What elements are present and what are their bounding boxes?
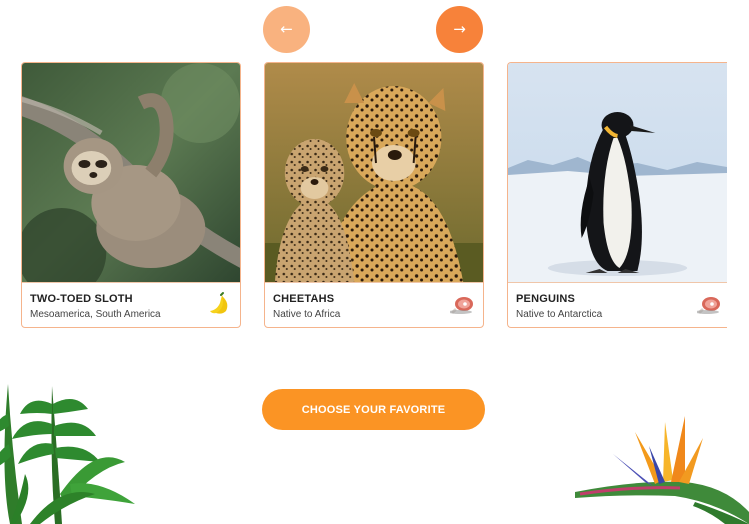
choose-favorite-button[interactable]: CHOOSE YOUR FAVORITE	[262, 389, 485, 430]
animal-origin: Native to Antarctica	[516, 309, 603, 320]
previous-button[interactable]: ←	[263, 6, 310, 53]
penguins-photo	[508, 63, 727, 282]
banana-icon	[207, 291, 233, 317]
next-button[interactable]: →	[436, 6, 483, 53]
card-info: CHEETAHS Native to Africa	[265, 282, 483, 327]
arrow-right-icon: →	[453, 20, 466, 38]
arrow-left-icon: ←	[280, 20, 293, 38]
animal-origin: Mesoamerica, South America	[30, 309, 161, 320]
card-info: TWO-TOED SLOTH Mesoamerica, South Americ…	[22, 282, 240, 327]
animal-name: CHEETAHS	[273, 293, 335, 305]
animal-card-cheetahs[interactable]: CHEETAHS Native to Africa	[264, 62, 484, 328]
cheetahs-photo	[265, 63, 483, 282]
sloth-photo	[22, 63, 240, 282]
meat-icon	[697, 291, 723, 317]
fern-decoration	[0, 384, 140, 524]
animal-origin: Native to Africa	[273, 309, 341, 320]
bird-of-paradise-decoration	[575, 412, 749, 524]
animal-name: TWO-TOED SLOTH	[30, 293, 133, 305]
animal-card-penguins[interactable]: PENGUINS Native to Antarctica	[507, 62, 727, 328]
animal-card-sloth[interactable]: TWO-TOED SLOTH Mesoamerica, South Americ…	[21, 62, 241, 328]
card-info: PENGUINS Native to Antarctica	[508, 282, 727, 327]
animal-name: PENGUINS	[516, 293, 576, 305]
meat-icon	[450, 291, 476, 317]
